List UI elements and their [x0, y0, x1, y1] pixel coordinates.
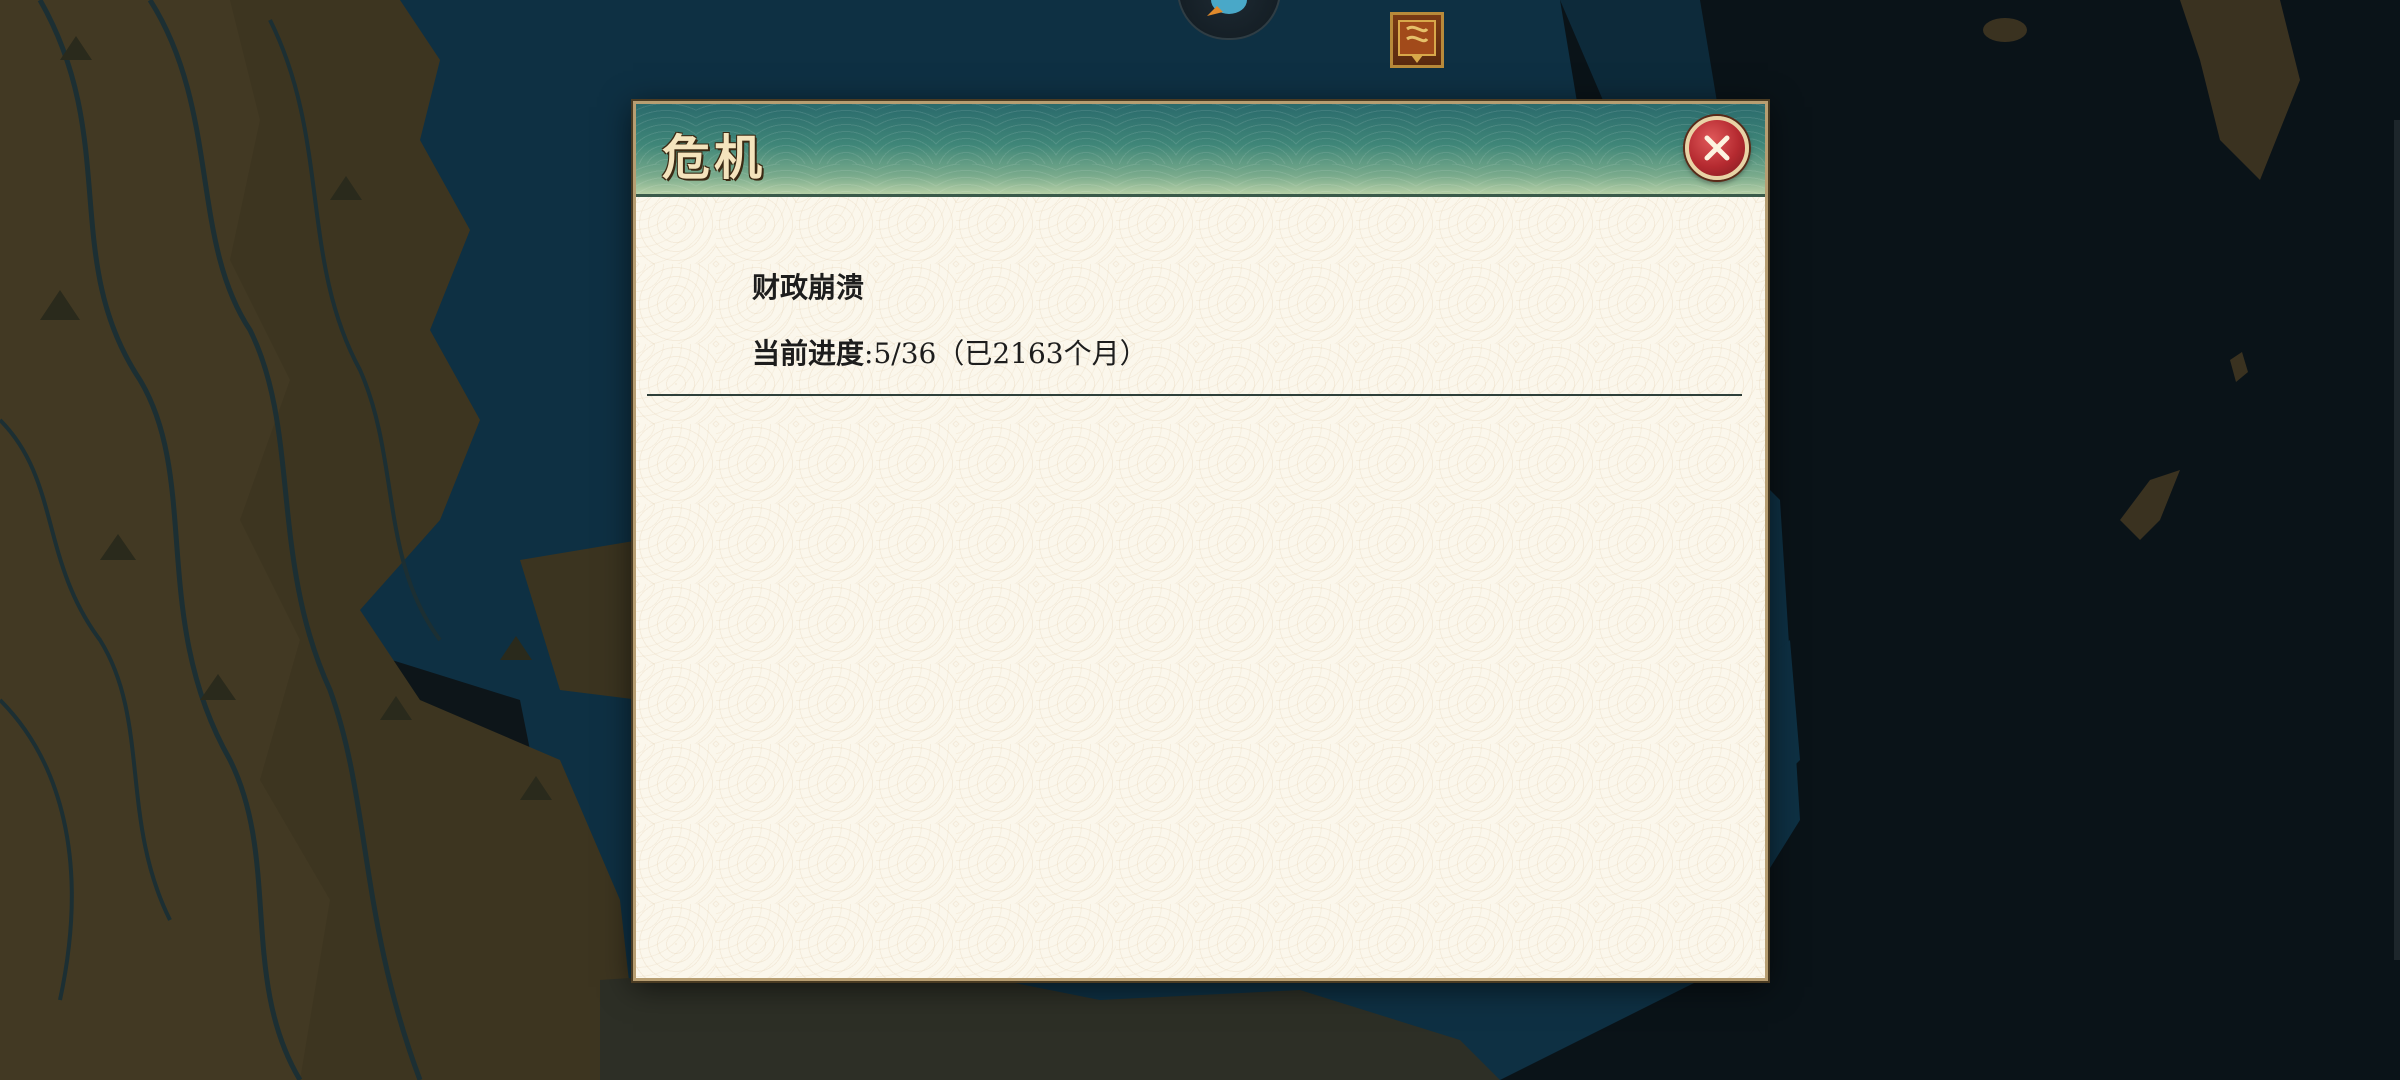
progress-value: :5/36: [864, 337, 937, 370]
game-screen: 危机 财政崩溃 当前进度:5/36（已2163个月）: [0, 0, 2400, 1080]
crisis-dialog: 危机 财政崩溃 当前进度:5/36（已2163个月）: [633, 101, 1768, 981]
close-button[interactable]: [1685, 116, 1749, 180]
progress-elapsed: （已2163个月）: [936, 337, 1148, 370]
crisis-progress: 当前进度:5/36（已2163个月）: [752, 332, 1148, 372]
crisis-name: 财政崩溃: [752, 271, 865, 304]
divider: [647, 394, 1742, 396]
dialog-header: 危机: [636, 104, 1765, 197]
scrollbar[interactable]: [2394, 120, 2400, 960]
dialog-title: 危机: [662, 130, 767, 186]
close-x-icon: [1704, 135, 1730, 161]
progress-label: 当前进度: [752, 337, 865, 370]
banner-icon[interactable]: [1390, 12, 1444, 68]
